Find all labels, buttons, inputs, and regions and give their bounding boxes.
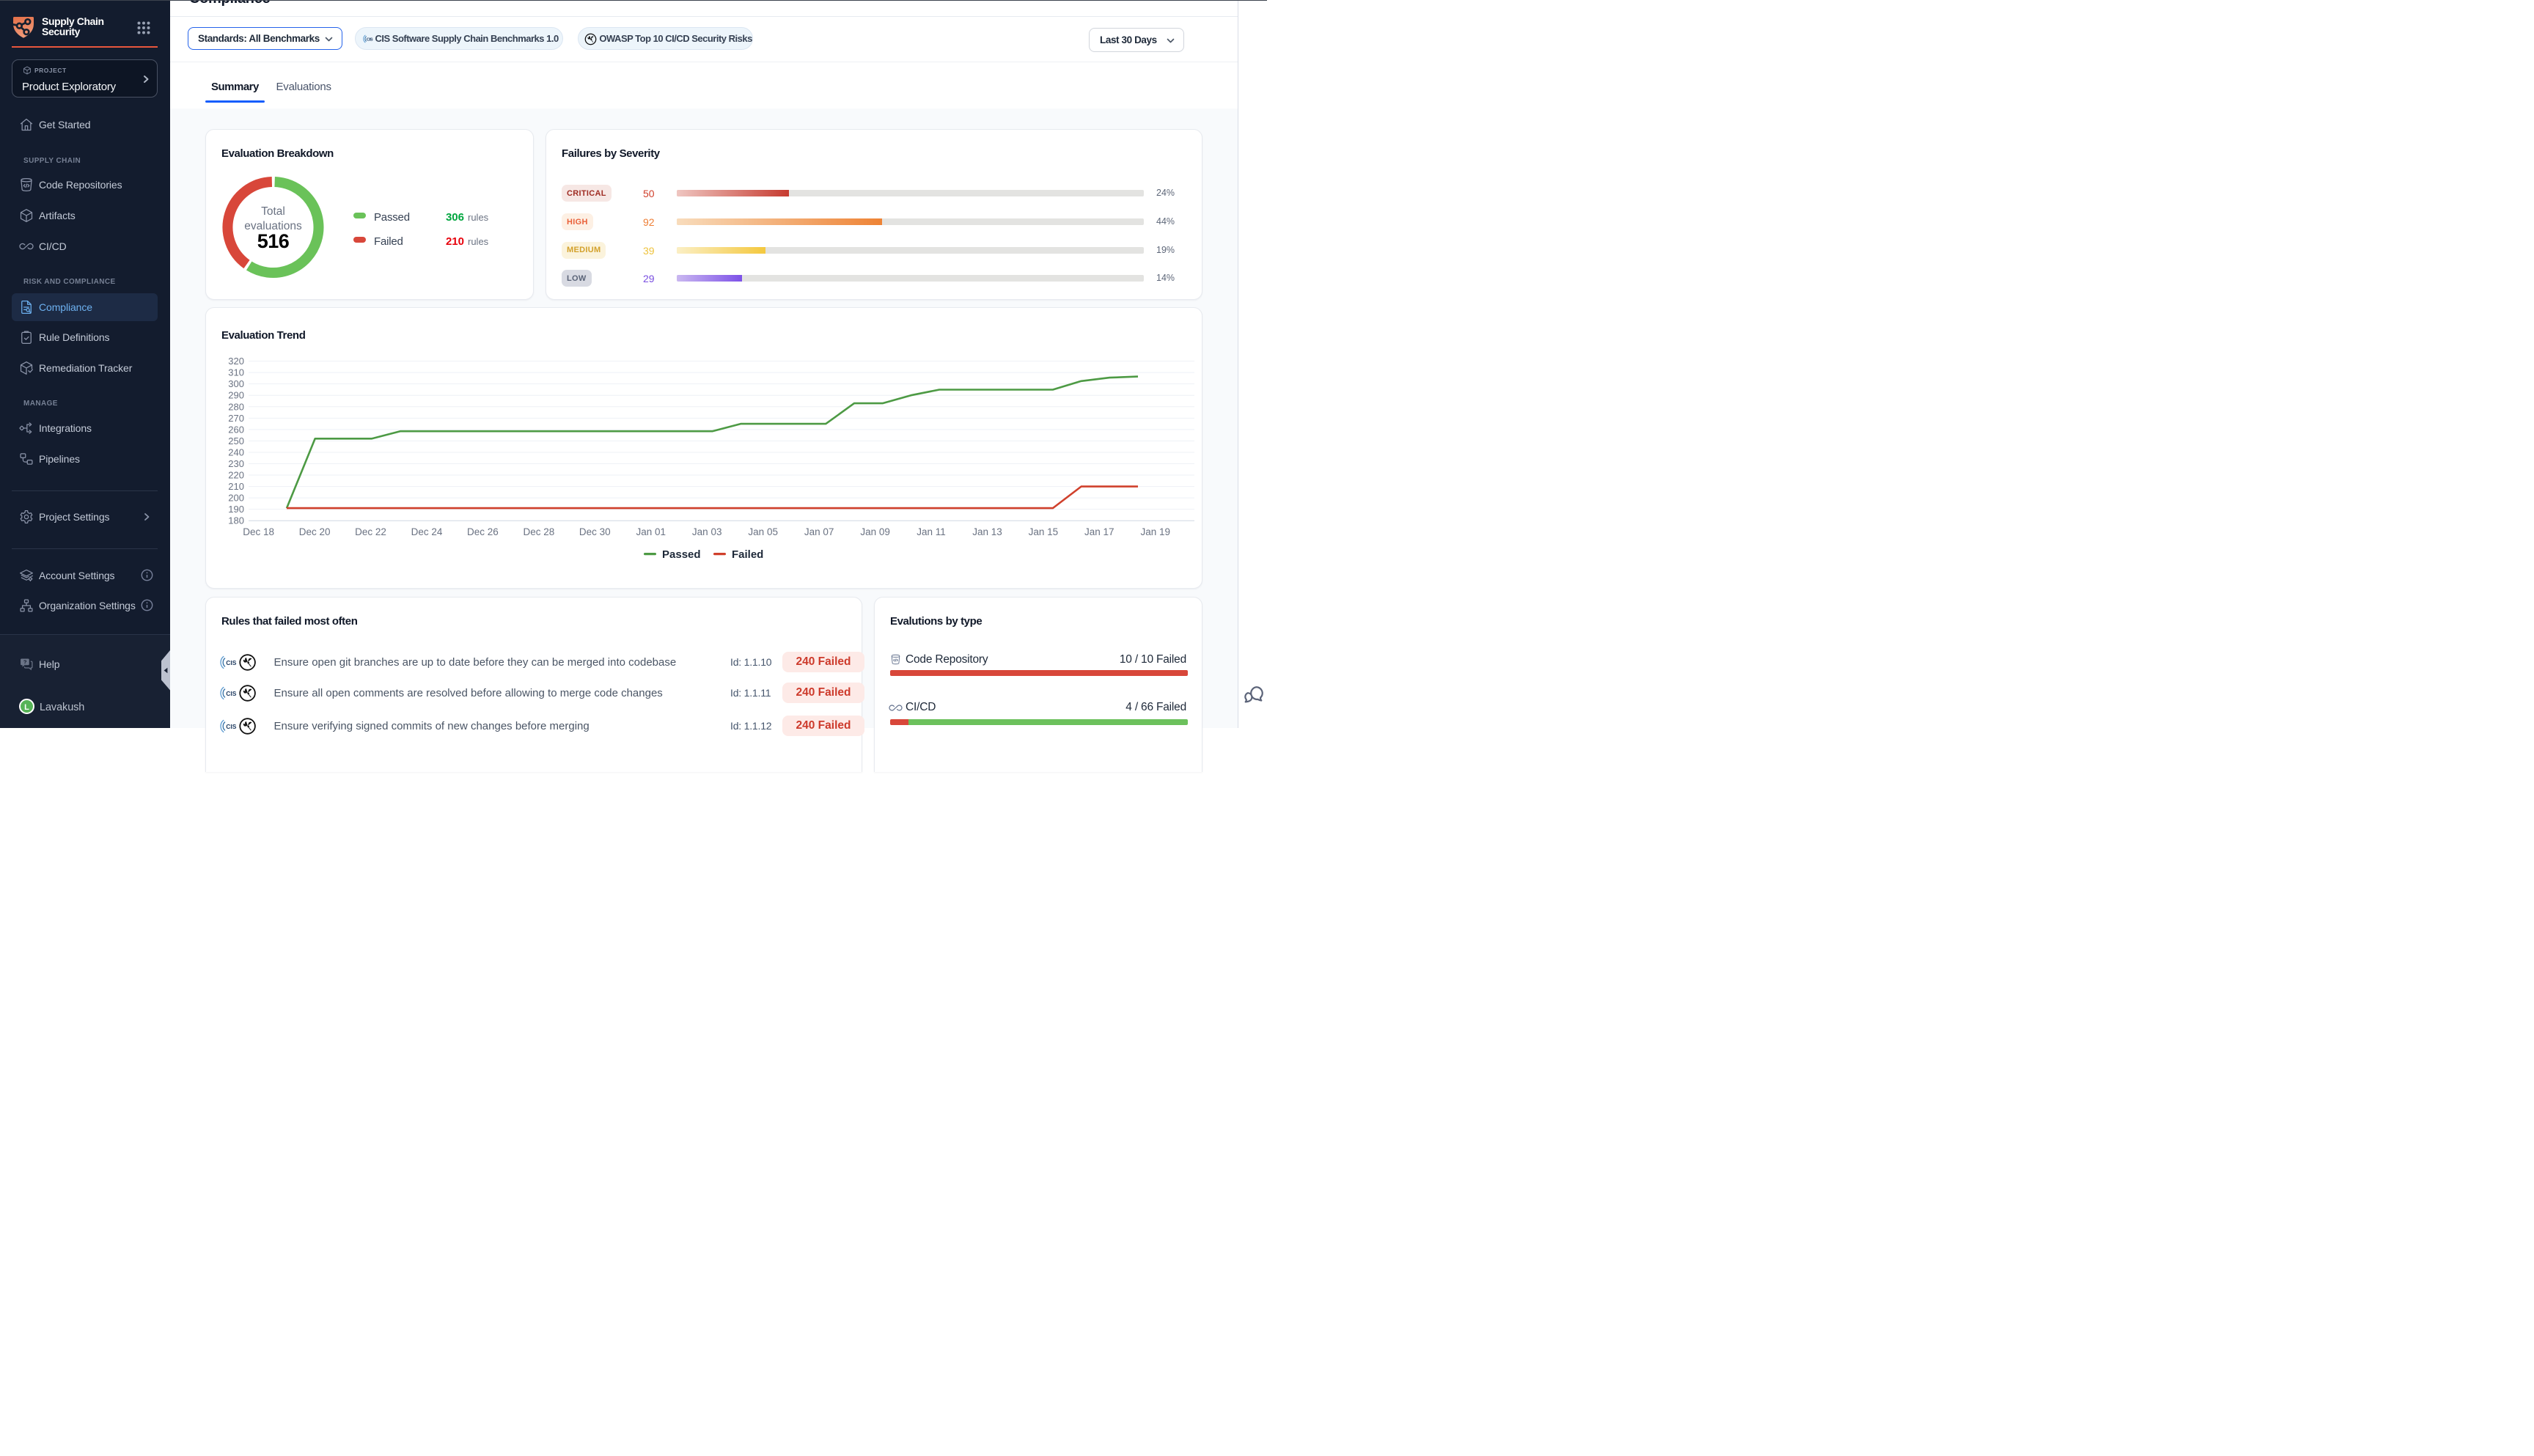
svg-text:300: 300 [228,378,244,389]
svg-text:220: 220 [228,469,244,480]
svg-text:Dec 26: Dec 26 [467,526,499,537]
svg-text:190: 190 [228,504,244,515]
svg-text:270: 270 [228,412,244,423]
svg-text:516: 516 [257,230,290,252]
svg-text:Dec 30: Dec 30 [579,526,611,537]
svg-text:306: 306 [446,211,464,224]
svg-text:rules: rules [468,212,489,223]
svg-text:Jan 01: Jan 01 [636,526,666,537]
svg-text:Jan 15: Jan 15 [1029,526,1059,537]
svg-text:Jan 17: Jan 17 [1084,526,1114,537]
svg-text:Jan 03: Jan 03 [692,526,722,537]
svg-text:180: 180 [228,515,244,526]
svg-text:Passed: Passed [374,211,410,224]
svg-text:?: ? [23,659,27,666]
svg-text:Failed: Failed [732,548,763,561]
svg-text:CIS: CIS [366,37,372,42]
svg-text:230: 230 [228,457,244,468]
svg-text:Dec 20: Dec 20 [299,526,331,537]
svg-text:320: 320 [228,356,244,367]
svg-text:290: 290 [228,389,244,400]
svg-text:rules: rules [468,236,489,247]
svg-text:210: 210 [446,235,464,248]
svg-text:CIS: CIS [226,723,237,730]
svg-text:Dec 28: Dec 28 [524,526,555,537]
svg-text:210: 210 [228,481,244,492]
svg-text:Dec 18: Dec 18 [243,526,274,537]
svg-text:Jan 07: Jan 07 [804,526,834,537]
svg-text:280: 280 [228,401,244,412]
svg-text:Jan 13: Jan 13 [972,526,1002,537]
svg-text:200: 200 [228,492,244,503]
svg-text:Failed: Failed [374,235,403,248]
svg-text:Dec 22: Dec 22 [355,526,386,537]
svg-text:260: 260 [228,424,244,435]
svg-text:CIS: CIS [226,659,237,666]
svg-text:250: 250 [228,435,244,446]
svg-text:Jan 19: Jan 19 [1141,526,1171,537]
svg-text:Passed: Passed [662,548,701,561]
svg-text:CIS: CIS [226,690,237,697]
svg-text:Total: Total [261,205,285,218]
svg-text:Dec 24: Dec 24 [411,526,443,537]
svg-text:Jan 05: Jan 05 [748,526,778,537]
svg-text:310: 310 [228,367,244,378]
svg-text:240: 240 [228,446,244,457]
svg-text:Jan 11: Jan 11 [917,526,946,537]
svg-text:Jan 09: Jan 09 [860,526,890,537]
